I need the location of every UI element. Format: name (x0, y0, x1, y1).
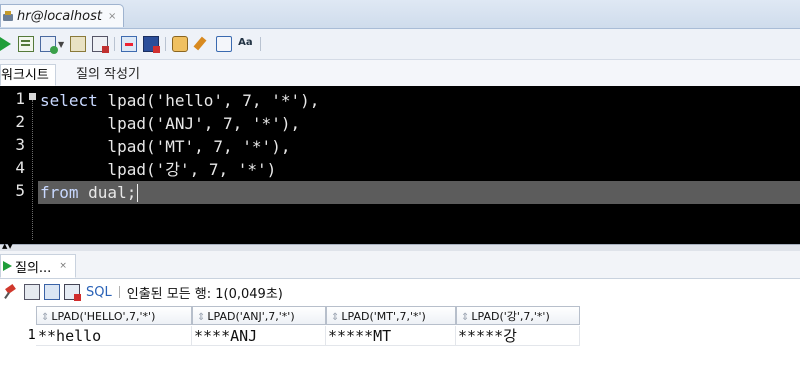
code-text: lpad('강', 7, '*') (40, 160, 277, 179)
code-text: lpad('ANJ', 7, '*'), (40, 114, 301, 133)
sql-tuning-icon[interactable] (143, 36, 161, 53)
code-text: lpad('hello', 7, '*'), (97, 91, 320, 110)
fold-guide (32, 100, 33, 240)
sort-icon: ⇕ (331, 312, 340, 323)
toolbar-separator (165, 37, 167, 51)
results-toolbar: SQL 인출된 모든 행: 1(0,049초) (0, 279, 800, 305)
column-header[interactable]: ⇕ LPAD('ANJ',7,'*') (192, 306, 326, 325)
table-cell[interactable]: *****MT (326, 326, 456, 346)
table-cell[interactable]: **hello (36, 326, 192, 346)
worksheet-subtabs: 워크시트 질의 작성기 (0, 60, 800, 87)
commit-icon[interactable] (40, 36, 58, 54)
query-result-tab[interactable]: 질의... × (0, 254, 76, 278)
toolbar-separator (260, 37, 262, 51)
splitter-collapse-icon[interactable]: ▲▼ (2, 243, 13, 250)
line-number: 1 (15, 89, 25, 108)
code-line[interactable]: select lpad('hello', 7, '*'), (40, 89, 319, 112)
sql-keyword: select (40, 91, 98, 110)
row-number[interactable]: 1 (0, 326, 36, 346)
worksheet-toolbar: ▼ Aa (0, 29, 800, 60)
export-icon[interactable] (64, 284, 81, 301)
column-header[interactable]: ⇕ LPAD('HELLO',7,'*') (36, 306, 192, 325)
code-fold-icon[interactable] (29, 93, 36, 100)
refresh-icon[interactable] (44, 284, 60, 300)
close-tab-icon[interactable]: × (108, 11, 116, 22)
tab-query-builder[interactable]: 질의 작성기 (70, 64, 146, 86)
run-statement-icon[interactable] (0, 36, 12, 52)
run-script-icon[interactable] (18, 36, 34, 52)
print-icon[interactable] (24, 284, 40, 300)
sort-icon: ⇕ (41, 312, 50, 323)
dropdown-arrow-icon[interactable]: ▼ (58, 40, 64, 49)
line-number: 4 (15, 158, 25, 177)
fetch-status: 인출된 모든 행: 1(0,049초) (126, 286, 283, 302)
history-icon[interactable] (216, 36, 233, 52)
clear-icon[interactable] (172, 36, 189, 52)
tab-worksheet[interactable]: 워크시트 (0, 64, 56, 86)
connection-tab-label: hr@localhost (17, 8, 102, 24)
code-line[interactable]: lpad('ANJ', 7, '*'), (40, 112, 300, 135)
toolbar-separator (114, 37, 116, 51)
line-number: 5 (15, 181, 25, 200)
line-number-gutter: 1 2 3 4 5 (0, 86, 30, 244)
results-tab-strip: 질의... × (0, 251, 800, 279)
connection-tab[interactable]: hr@localhost × (0, 4, 124, 27)
rollback-icon[interactable] (70, 36, 87, 52)
column-header[interactable]: ⇕ LPAD('MT',7,'*') (326, 306, 456, 325)
table-cell[interactable]: *****강 (456, 326, 580, 346)
pin-icon[interactable] (4, 283, 20, 300)
code-line[interactable]: from dual; (40, 181, 136, 204)
close-tab-icon[interactable]: × (59, 261, 67, 271)
sql-editor[interactable]: 1 2 3 4 5 select lpad('hello', 7, '*'), … (0, 86, 800, 244)
sort-icon: ⇕ (461, 312, 470, 323)
explain-plan-icon[interactable] (121, 36, 138, 52)
code-line[interactable]: lpad('강', 7, '*') (40, 158, 276, 181)
toolbar-separator (118, 286, 120, 298)
database-connection-icon (3, 10, 14, 22)
current-line-highlight (38, 181, 800, 204)
line-number: 3 (15, 135, 25, 154)
code-line[interactable]: lpad('MT', 7, '*'), (40, 135, 290, 158)
editor-tab-strip: hr@localhost × (0, 0, 800, 29)
text-caret (137, 184, 138, 202)
sort-icon: ⇕ (197, 312, 206, 323)
autotrace-icon[interactable] (92, 36, 110, 53)
sql-link[interactable]: SQL (86, 285, 112, 300)
column-header[interactable]: ⇕ LPAD('강',7,'*') (456, 306, 580, 325)
sql-keyword: from (40, 183, 79, 202)
table-cell[interactable]: ****ANJ (192, 326, 326, 346)
query-result-icon (3, 261, 12, 271)
query-result-tab-label: 질의... (15, 260, 52, 276)
line-number: 2 (15, 112, 25, 131)
code-text: lpad('MT', 7, '*'), (40, 137, 291, 156)
code-text: dual; (78, 183, 137, 202)
eraser-icon[interactable] (193, 36, 210, 52)
format-case-icon[interactable]: Aa (238, 36, 254, 52)
